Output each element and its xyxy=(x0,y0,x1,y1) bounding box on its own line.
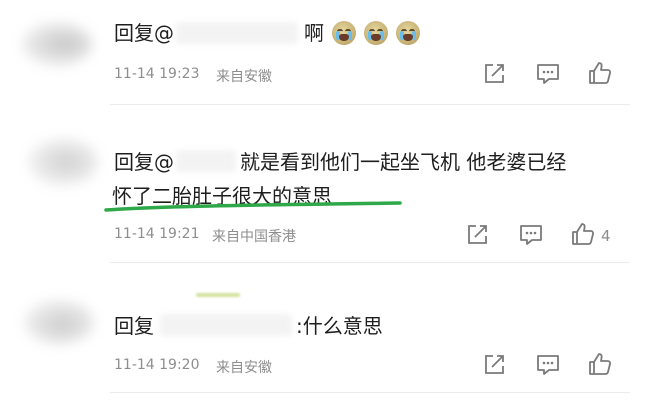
share-icon[interactable] xyxy=(483,354,507,376)
location: 来自安徽 xyxy=(216,69,272,85)
redacted-username xyxy=(160,314,292,336)
like-icon[interactable] xyxy=(570,221,596,247)
reply-prefix: 回复@ xyxy=(114,150,174,174)
cry-emoji xyxy=(396,21,420,45)
comment-text: 啊 xyxy=(304,21,324,45)
redacted-username xyxy=(176,150,236,172)
comment-text-line-1: 就是看到他们一起坐飞机 他老婆已经 xyxy=(240,150,567,174)
timestamp: 11-14 19:20 xyxy=(114,357,200,373)
cry-emoji xyxy=(364,21,388,45)
timestamp: 11-14 19:21 xyxy=(114,226,200,242)
decorative-mark xyxy=(196,293,240,297)
like-icon[interactable] xyxy=(587,351,613,377)
timestamp: 11-14 19:23 xyxy=(114,66,200,82)
highlight-underline xyxy=(104,201,402,212)
cry-emoji xyxy=(332,21,356,45)
like-icon[interactable] xyxy=(587,60,613,86)
share-icon[interactable] xyxy=(483,63,507,85)
reply-prefix: 回复@ xyxy=(114,21,174,45)
comment-text: :什么意思 xyxy=(296,314,383,338)
location: 来自中国香港 xyxy=(212,229,296,245)
avatar[interactable] xyxy=(22,22,92,66)
divider xyxy=(110,392,630,393)
share-icon[interactable] xyxy=(466,224,490,246)
avatar[interactable] xyxy=(24,300,94,344)
reply-prefix: 回复 xyxy=(114,314,154,338)
comment-icon[interactable] xyxy=(535,353,561,377)
like-count: 4 xyxy=(601,227,611,245)
comment-icon[interactable] xyxy=(518,223,544,247)
comment-icon[interactable] xyxy=(535,62,561,86)
comment-list: 回复@ 啊 11-14 19:23 来自安徽 回复@ 就是看到他们一起坐飞机 他… xyxy=(0,0,651,411)
location: 来自安徽 xyxy=(216,360,272,376)
avatar[interactable] xyxy=(28,138,98,186)
divider xyxy=(110,262,630,263)
divider xyxy=(110,104,630,105)
redacted-username xyxy=(176,22,298,44)
